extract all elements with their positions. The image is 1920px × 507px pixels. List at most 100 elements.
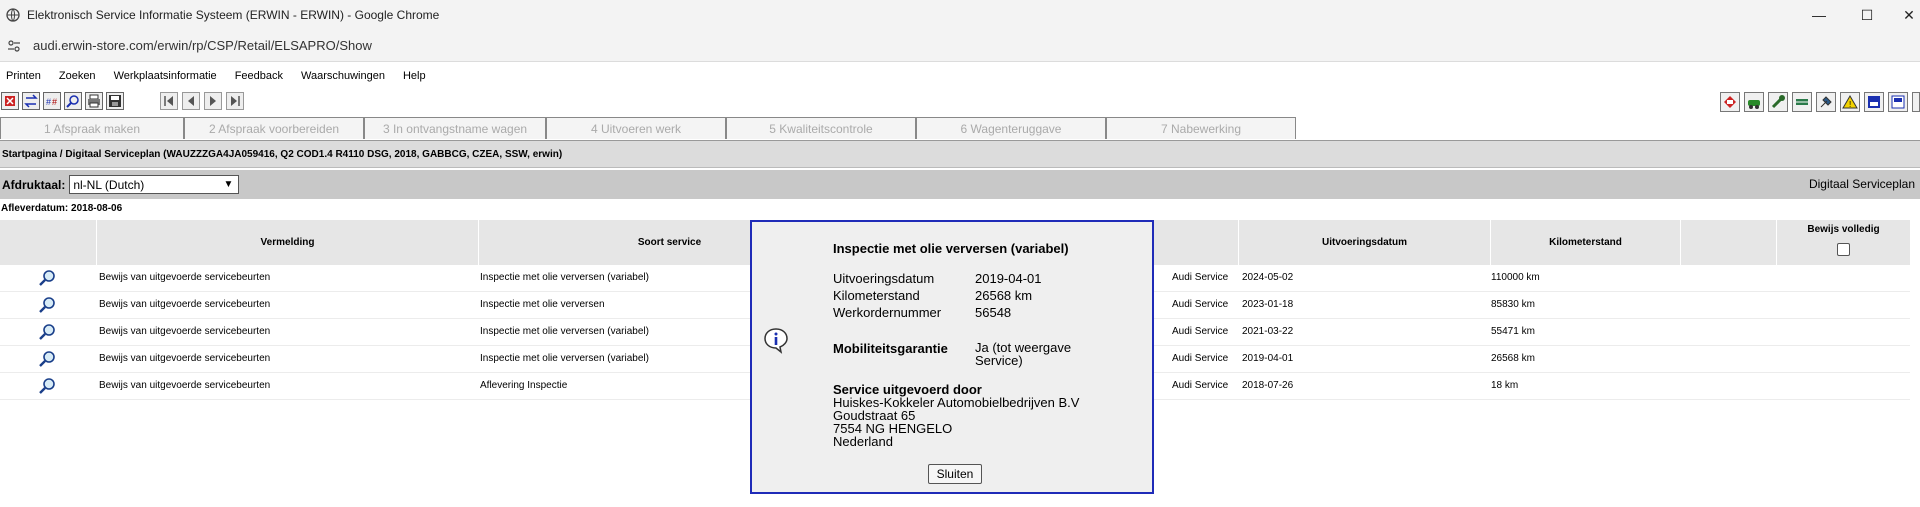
- site-settings-icon[interactable]: [7, 39, 21, 53]
- stop-icon[interactable]: [1, 92, 19, 110]
- step-kwaliteitscontrole[interactable]: 5 Kwaliteitscontrole: [726, 117, 916, 139]
- window-title: Elektronisch Service Informatie Systeem …: [27, 8, 440, 22]
- swap-icon[interactable]: [22, 92, 40, 110]
- cell-datum: 2019-04-01: [1242, 353, 1294, 364]
- view-details-icon[interactable]: [38, 377, 56, 395]
- cell-soort-service: Inspectie met olie verversen (variabel): [480, 353, 649, 364]
- cell-soort-service: Inspectie met olie verversen: [480, 299, 605, 310]
- menu-printen[interactable]: Printen: [6, 70, 41, 82]
- app-menu-bar: Printen Zoeken Werkplaatsinformatie Feed…: [0, 66, 438, 86]
- cell-vermelding: Bewijs van uitgevoerde servicebeurten: [99, 353, 271, 364]
- view-details-icon[interactable]: [38, 323, 56, 341]
- view-details-icon[interactable]: [38, 269, 56, 287]
- svg-text:!: !: [1849, 100, 1851, 109]
- print-language-value: nl-NL (Dutch): [73, 177, 145, 192]
- service-detail-dialog: Inspectie met olie verversen (variabel) …: [750, 220, 1154, 494]
- wrench-icon[interactable]: [1768, 92, 1788, 112]
- cell-vermelding: Bewijs van uitgevoerde servicebeurten: [99, 326, 271, 337]
- header-view: [0, 220, 96, 265]
- cell-datum: 2018-07-26: [1242, 380, 1294, 391]
- dialog-title: Inspectie met olie verversen (variabel): [833, 241, 1069, 256]
- step-afspraak-maken[interactable]: 1 Afspraak maken: [0, 117, 184, 139]
- mobility-label: Mobiliteitsgarantie: [833, 341, 948, 356]
- view-details-icon[interactable]: [38, 350, 56, 368]
- menu-help[interactable]: Help: [403, 70, 426, 82]
- step-ontvangstname[interactable]: 3 In ontvangstname wagen: [364, 117, 546, 139]
- cell-service: Audi Service: [1172, 299, 1229, 310]
- toolbar: # # !: [0, 88, 1920, 114]
- print-language-label: Afdruktaal:: [2, 177, 66, 192]
- cell-service: Audi Service: [1172, 353, 1229, 364]
- mobility-value-line2: Service): [975, 353, 1023, 368]
- menu-werkplaatsinformatie[interactable]: Werkplaatsinformatie: [114, 70, 217, 82]
- close-window-button[interactable]: ✕: [1886, 0, 1920, 30]
- date-value: 2019-04-01: [975, 271, 1042, 286]
- cell-datum: 2024-05-02: [1242, 272, 1294, 283]
- next-page-icon[interactable]: [204, 92, 222, 110]
- header-uitvoeringsdatum: Uitvoeringsdatum: [1238, 220, 1490, 265]
- print-options-bar: Afdruktaal: nl-NL (Dutch) ▼ Digitaal Ser…: [0, 170, 1920, 199]
- printer-icon[interactable]: [85, 92, 103, 110]
- cell-service: Audi Service: [1172, 380, 1229, 391]
- vin-icon[interactable]: # #: [43, 92, 61, 110]
- order-label: Werkordernummer: [833, 305, 942, 320]
- warning-icon[interactable]: !: [1840, 92, 1860, 112]
- database-icon[interactable]: [1864, 92, 1884, 112]
- cell-soort-service: Inspectie met olie verversen (variabel): [480, 272, 649, 283]
- page-section-title: Digitaal Serviceplan: [1808, 177, 1915, 191]
- menu-zoeken[interactable]: Zoeken: [59, 70, 96, 82]
- step-afspraak-voorbereiden[interactable]: 2 Afspraak voorbereiden: [184, 117, 364, 139]
- svg-text:#: #: [52, 97, 57, 107]
- prev-page-icon[interactable]: [182, 92, 200, 110]
- km-label: Kilometerstand: [833, 288, 920, 303]
- header-spacer: [1680, 220, 1776, 265]
- last-page-icon[interactable]: [226, 92, 244, 110]
- delivery-date: Afleverdatum: 2018-08-06: [1, 203, 123, 214]
- cell-soort-service: Aflevering Inspectie: [480, 380, 568, 391]
- bewijs-volledig-label: Bewijs volledig: [1807, 224, 1880, 235]
- diagnosis-icon[interactable]: [1792, 92, 1812, 112]
- window-icon[interactable]: [1888, 92, 1908, 112]
- cell-km: 55471 km: [1491, 326, 1535, 337]
- url-text[interactable]: audi.erwin-store.com/erwin/rp/CSP/Retail…: [33, 38, 372, 53]
- cell-km: 26568 km: [1491, 353, 1535, 364]
- dealer-country: Nederland: [833, 434, 893, 449]
- step-nabewerking[interactable]: 7 Nabewerking: [1106, 117, 1296, 139]
- maximize-button[interactable]: ☐: [1844, 0, 1890, 30]
- workflow-steps: 1 Afspraak maken 2 Afspraak voorbereiden…: [0, 117, 1296, 139]
- minimize-button[interactable]: —: [1796, 0, 1842, 30]
- menu-waarschuwingen[interactable]: Waarschuwingen: [301, 70, 385, 82]
- step-uitvoeren-werk[interactable]: 4 Uitvoeren werk: [546, 117, 726, 139]
- view-details-icon[interactable]: [38, 296, 56, 314]
- cell-vermelding: Bewijs van uitgevoerde servicebeurten: [99, 380, 271, 391]
- bewijs-volledig-checkbox[interactable]: [1837, 243, 1850, 256]
- first-page-icon[interactable]: [160, 92, 178, 110]
- menu-feedback[interactable]: Feedback: [235, 70, 283, 82]
- svg-text:#: #: [46, 97, 51, 107]
- browser-title-bar: Elektronisch Service Informatie Systeem …: [0, 0, 1920, 30]
- info-icon: [764, 328, 788, 354]
- site-globe-icon: [6, 8, 20, 22]
- address-bar[interactable]: audi.erwin-store.com/erwin/rp/CSP/Retail…: [0, 30, 1920, 62]
- close-dialog-button[interactable]: Sluiten: [928, 464, 982, 484]
- order-value: 56548: [975, 305, 1012, 320]
- save-icon[interactable]: [106, 92, 124, 110]
- book-icon[interactable]: [1720, 92, 1740, 112]
- print-language-select[interactable]: nl-NL (Dutch) ▼: [69, 175, 240, 194]
- km-value: 26568 km: [975, 288, 1033, 303]
- date-label: Uitvoeringsdatum: [833, 271, 935, 286]
- breadcrumb: Startpagina / Digitaal Serviceplan (WAUZ…: [0, 140, 1920, 168]
- cell-km: 85830 km: [1491, 299, 1535, 310]
- cell-km: 18 km: [1491, 380, 1519, 391]
- more-icon[interactable]: [1912, 92, 1920, 112]
- search-icon[interactable]: [64, 92, 82, 110]
- tools-icon[interactable]: [1816, 92, 1836, 112]
- vehicle-icon[interactable]: [1744, 92, 1764, 112]
- header-kilometerstand: Kilometerstand: [1490, 220, 1680, 265]
- cell-vermelding: Bewijs van uitgevoerde servicebeurten: [99, 272, 271, 283]
- cell-km: 110000 km: [1491, 272, 1540, 283]
- header-vermelding: Vermelding: [96, 220, 478, 265]
- cell-service: Audi Service: [1172, 272, 1229, 283]
- cell-datum: 2021-03-22: [1242, 326, 1294, 337]
- step-wagenteruggave[interactable]: 6 Wagenteruggave: [916, 117, 1106, 139]
